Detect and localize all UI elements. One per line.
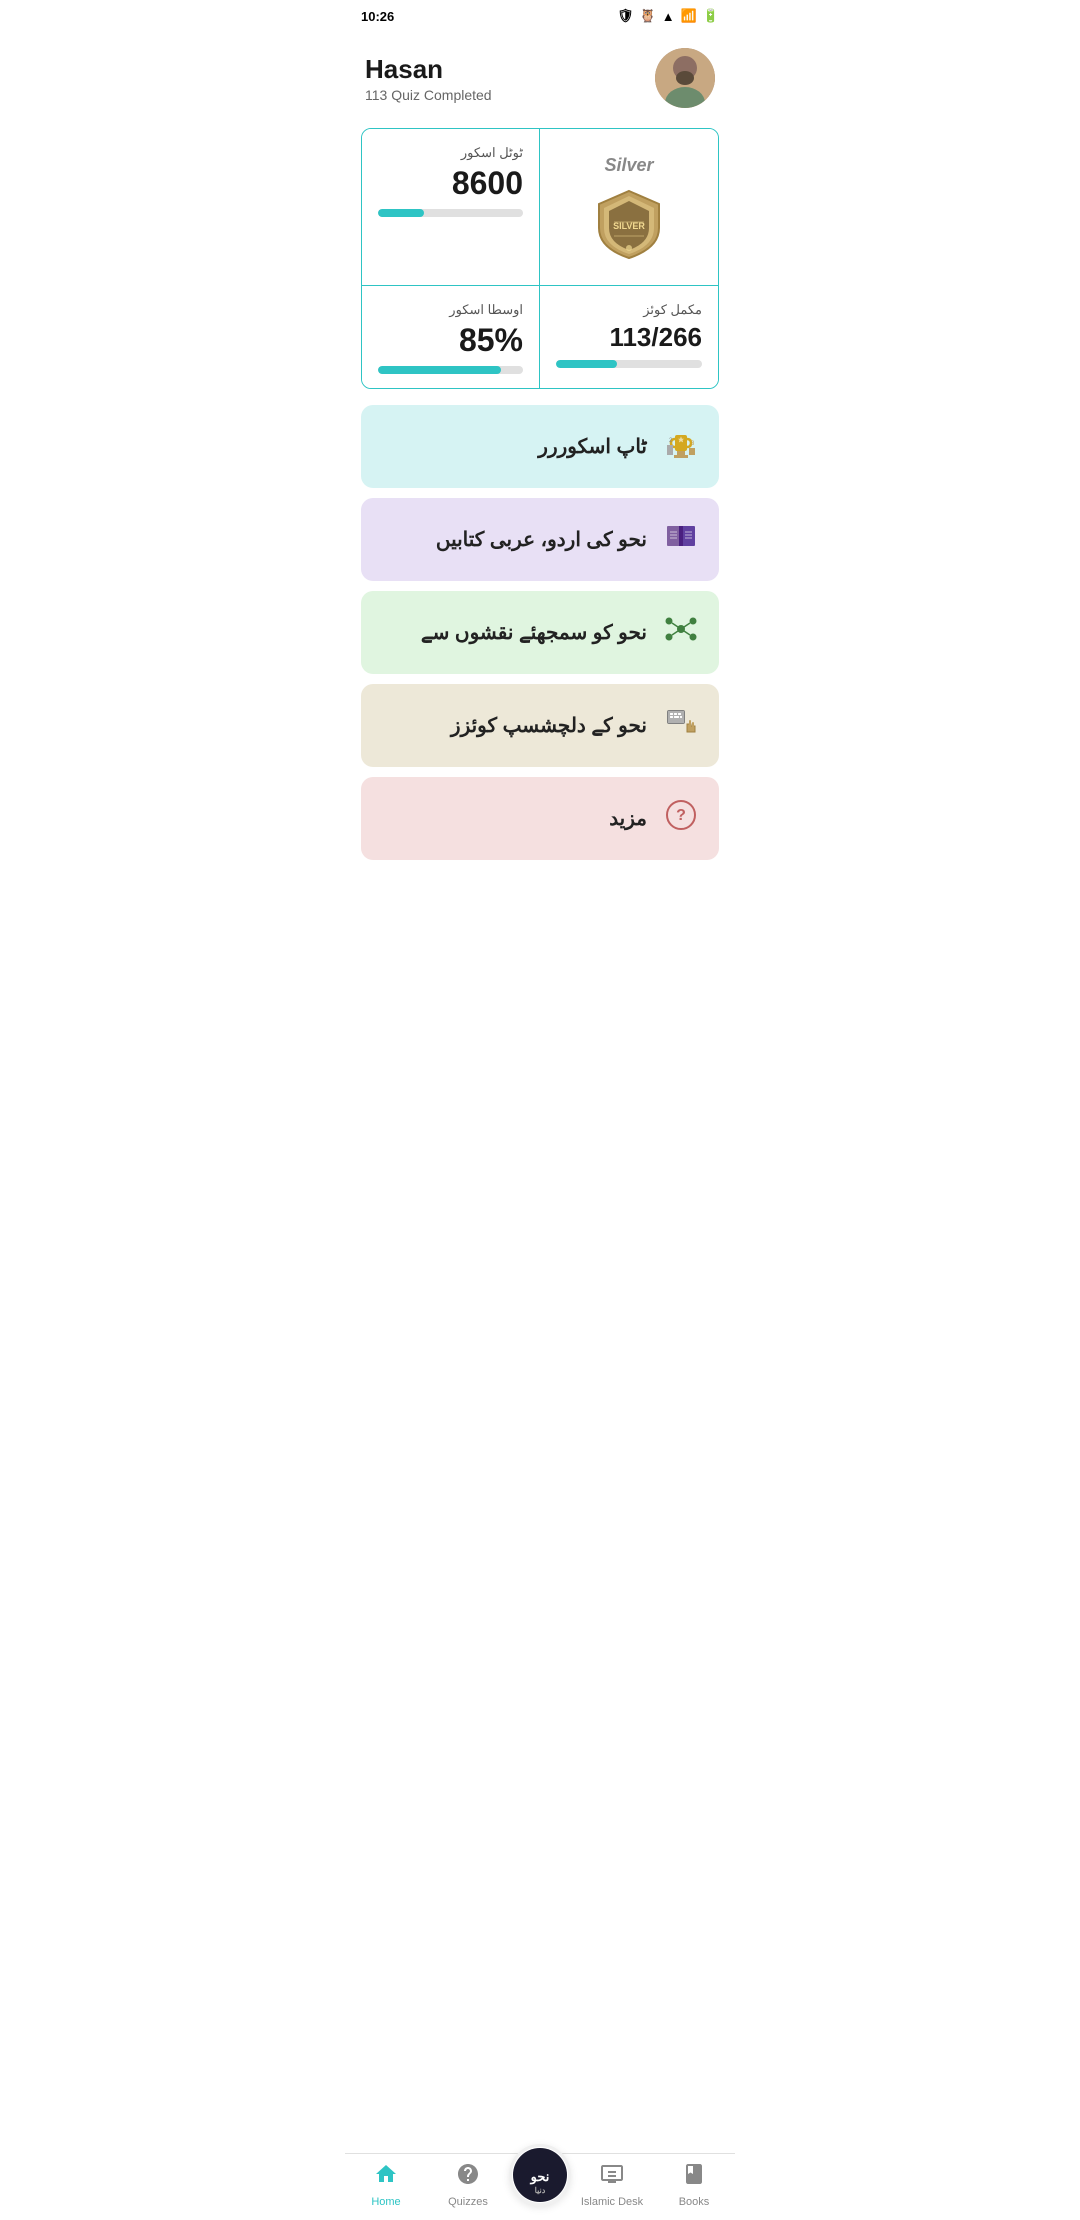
menu-item-books-text: نحو کی اردو، عربی کتابیں [436, 527, 647, 552]
nav-islamic-desk[interactable]: Islamic Desk [571, 2162, 653, 2208]
avatar-image [655, 48, 715, 108]
stats-grid: ٹوٹل اسکور 8600 Silver SILVER [361, 128, 719, 389]
nav-books[interactable]: Books [653, 2162, 735, 2208]
menu-item-diagrams[interactable]: نحو کو سمجھئے نقشوں سے [361, 591, 719, 674]
menu-item-books[interactable]: نحو کی اردو، عربی کتابیں [361, 498, 719, 581]
status-icons: 🛡 🦉 ▲ 📶 🔋 [617, 8, 719, 24]
menu-item-diagrams-text: نحو کو سمجھئے نقشوں سے [421, 620, 647, 645]
svg-text:3: 3 [691, 441, 695, 447]
nav-quizzes[interactable]: Quizzes [427, 2162, 509, 2208]
completed-quiz-label: مکمل کوئز [556, 302, 702, 318]
avatar [655, 48, 715, 108]
avg-score-bar-bg [378, 366, 523, 374]
avg-score-label: اوسطا اسکور [378, 302, 523, 318]
total-score-label: ٹوٹل اسکور [378, 145, 523, 161]
completed-quiz-value: 113/266 [556, 324, 702, 350]
quizzes-nav-icon [456, 2162, 480, 2192]
user-name: Hasan [365, 54, 492, 85]
silver-badge-container: Silver SILVER [556, 145, 702, 271]
menu-item-top-scorers-text: ٹاپ اسکوررر [538, 434, 647, 459]
avg-score-card: اوسطا اسکور 85% [362, 286, 540, 388]
nav-center-inner: نحو دنیا [513, 2148, 567, 2202]
nav-books-label: Books [679, 2196, 710, 2208]
books-icon [663, 518, 699, 561]
signal-icon: 📶 [681, 8, 697, 24]
total-score-card: ٹوٹل اسکور 8600 [362, 129, 540, 286]
nav-islamic-desk-label: Islamic Desk [581, 2196, 643, 2208]
completed-quiz-card: مکمل کوئز 113/266 [540, 286, 718, 388]
top-scorers-icon: 2 3 [663, 425, 699, 468]
shield-icon: 🛡 [617, 8, 634, 24]
home-icon [374, 2162, 398, 2192]
total-score-bar-fill [378, 209, 424, 217]
nav-quizzes-label: Quizzes [448, 2196, 488, 2208]
status-bar: 10:26 🛡 🦉 ▲ 📶 🔋 [345, 0, 735, 32]
more-icon: ? [663, 797, 699, 840]
svg-text:?: ? [676, 807, 686, 824]
menu-item-interesting-quizzes-text: نحو کے دلچشسپ کوئزز [451, 713, 647, 738]
books-nav-icon [682, 2162, 706, 2192]
owl-icon: 🦉 [640, 8, 656, 24]
nav-home[interactable]: Home [345, 2162, 427, 2208]
diagrams-icon [663, 611, 699, 654]
islamic-desk-icon [600, 2162, 624, 2192]
menu-item-interesting-quizzes[interactable]: نحو کے دلچشسپ کوئزز [361, 684, 719, 767]
status-time: 10:26 [361, 9, 394, 24]
header-info: Hasan 113 Quiz Completed [365, 54, 492, 103]
header: Hasan 113 Quiz Completed [345, 32, 735, 128]
avg-score-bar-fill [378, 366, 501, 374]
completed-quiz-bar-fill [556, 360, 617, 368]
quizzes-icon [663, 704, 699, 747]
bottom-nav: Home Quizzes نحو دنیا Islamic Desk [345, 2153, 735, 2220]
avg-score-value: 85% [378, 324, 523, 356]
total-score-value: 8600 [378, 167, 523, 199]
svg-text:دنیا: دنیا [535, 2186, 546, 2195]
wifi-icon: ▲ [662, 9, 675, 24]
silver-label: Silver [604, 155, 653, 176]
nav-center[interactable]: نحو دنیا [509, 2144, 571, 2206]
silver-badge-card: Silver SILVER [540, 129, 718, 286]
menu-section: ٹاپ اسکوررر 2 3 نحو کی [345, 405, 735, 860]
menu-item-top-scorers[interactable]: ٹاپ اسکوررر 2 3 [361, 405, 719, 488]
menu-item-more-text: مزید [609, 806, 647, 831]
quiz-completed-count: 113 Quiz Completed [365, 87, 492, 103]
battery-icon: 🔋 [703, 8, 719, 24]
menu-item-more[interactable]: مزید ? [361, 777, 719, 860]
svg-text:نحو: نحو [530, 2169, 550, 2185]
total-score-bar-bg [378, 209, 523, 217]
nav-home-label: Home [371, 2196, 400, 2208]
shield-badge: SILVER [594, 186, 664, 261]
completed-quiz-bar-bg [556, 360, 702, 368]
